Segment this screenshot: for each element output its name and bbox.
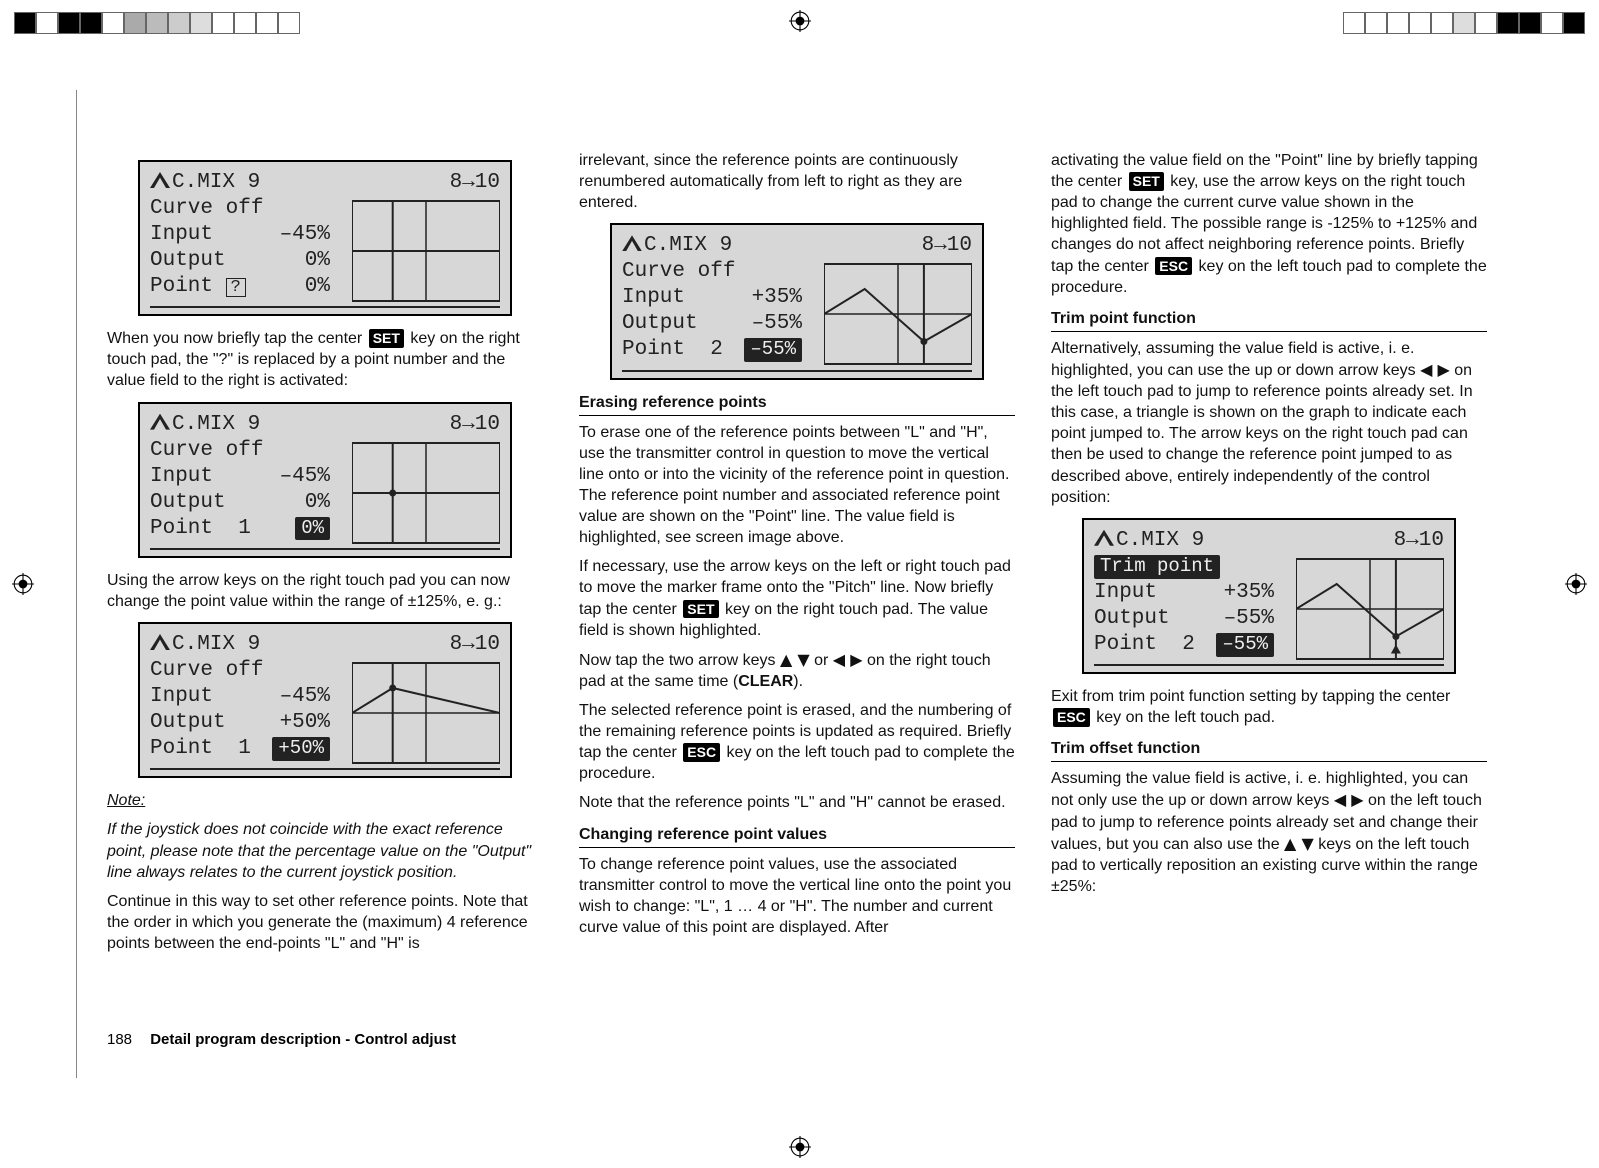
esc-key: ESC [683,743,720,761]
paragraph: Exit from trim point function setting by… [1051,686,1487,728]
model-icon [150,634,170,650]
lcd-display-5: C.MIX 98→10 Trim point Input+35% Output–… [1082,518,1456,674]
lcd-display-3: C.MIX 98→10 Curve off Input–45% Output+5… [138,622,512,778]
arrow-up-down-icon: ▲ ▼ [1284,834,1314,853]
model-icon [150,172,170,188]
curve-graph [352,658,500,768]
lcd-title: C.MIX 9 [172,171,260,194]
clear-label: CLEAR [738,673,793,690]
page-content: C.MIX 98→10 Curve off Input–45% Output0%… [76,90,1523,1078]
point-number: ? [226,278,246,297]
paragraph: activating the value field on the "Point… [1051,150,1487,298]
set-key: SET [683,600,718,618]
arrow-left-right-icon: ◀ ▶ [1334,790,1364,809]
curve-graph [352,438,500,548]
curve-graph [824,259,972,369]
column-2: irrelevant, since the reference points a… [579,150,1015,1078]
section-heading: Changing reference point values [579,824,1015,848]
output-value: 0% [248,248,330,274]
page-footer: 188 Detail program description - Control… [107,1031,456,1048]
registration-mark-icon [12,573,34,595]
paragraph: If necessary, use the arrow keys on the … [579,556,1015,640]
paragraph: irrelevant, since the reference points a… [579,150,1015,213]
column-3: activating the value field on the "Point… [1051,150,1487,1078]
arrow-left-right-icon: ◀ ▶ [1420,360,1450,379]
curve-graph [1296,554,1444,664]
point-value: 0% [248,274,330,300]
paragraph: Using the arrow keys on the right touch … [107,570,543,612]
paragraph: Now tap the two arrow keys ▲ ▼ or ◀ ▶ on… [579,649,1015,692]
model-icon [1094,530,1114,546]
arrow-up-down-icon: ▲ ▼ [780,650,810,669]
paragraph: Assuming the value field is active, i. e… [1051,768,1487,897]
output-label: Output [150,248,248,274]
model-icon [622,235,642,251]
input-value: –45% [248,222,330,248]
section-heading: Trim point function [1051,308,1487,332]
footer-title: Detail program description - Control adj… [150,1031,456,1048]
curve-row: Curve off [150,196,263,222]
paragraph: Note that the reference points "L" and "… [579,792,1015,813]
note-body: If the joystick does not coincide with t… [107,819,543,882]
paragraph: Continue in this way to set other refere… [107,891,543,954]
lcd-display-2: C.MIX 98→10 Curve off Input–45% Output0%… [138,402,512,558]
arrow-left-right-icon: ◀ ▶ [833,650,863,669]
column-1: C.MIX 98→10 Curve off Input–45% Output0%… [107,150,543,1078]
registration-mark-icon [789,10,811,32]
set-key: SET [1129,172,1164,190]
paragraph: The selected reference point is erased, … [579,700,1015,784]
page-number: 188 [107,1031,132,1048]
lcd-display-1: C.MIX 9 8→10 Curve off Input–45% Output0%… [138,160,512,316]
trim-point-highlighted: Trim point [1094,555,1220,579]
paragraph: To erase one of the reference points bet… [579,422,1015,549]
point-label: Point ? [150,274,248,300]
channel-link: 8→10 [450,170,500,196]
note-heading: Note: [107,790,543,811]
paragraph: Alternatively, assuming the value field … [1051,338,1487,508]
paragraph: When you now briefly tap the center SET … [107,328,543,391]
input-label: Input [150,222,248,248]
esc-key: ESC [1053,708,1090,726]
section-heading: Erasing reference points [579,392,1015,416]
curve-graph [352,196,500,306]
section-heading: Trim offset function [1051,738,1487,762]
esc-key: ESC [1155,257,1192,275]
paragraph: To change reference point values, use th… [579,854,1015,938]
model-icon [150,414,170,430]
lcd-display-4: C.MIX 98→10 Curve off Input+35% Output–5… [610,223,984,379]
registration-mark-icon [1565,573,1587,595]
set-key: SET [369,329,404,347]
registration-mark-icon [789,1136,811,1158]
point-value-highlighted: 0% [295,517,330,541]
